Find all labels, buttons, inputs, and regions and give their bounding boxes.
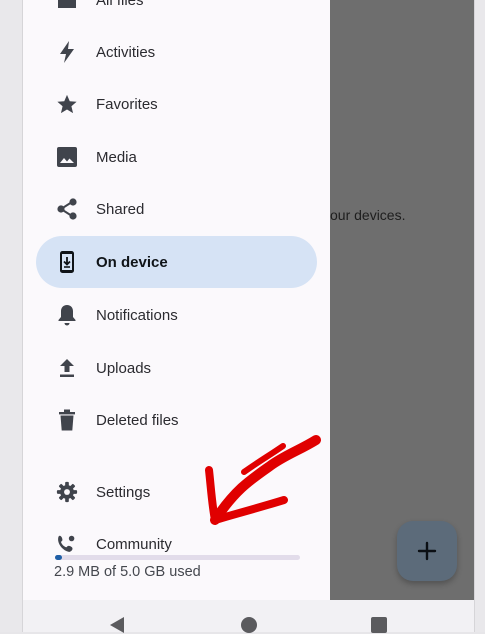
drawer-item-label: Settings [96, 483, 151, 501]
back-icon[interactable] [109, 616, 125, 634]
trash-icon [55, 408, 79, 432]
drawer-scrim[interactable] [330, 0, 474, 600]
drawer-item-uploads[interactable]: Uploads [36, 342, 317, 394]
drawer-item-media[interactable]: Media [36, 131, 317, 183]
drawer-item-all-files[interactable]: All files [36, 0, 317, 26]
gear-icon [55, 480, 79, 504]
drawer-item-label: Activities [96, 43, 156, 61]
drawer-item-label: Favorites [96, 95, 158, 113]
device-frame-right [474, 0, 485, 632]
drawer-item-label: Deleted files [96, 411, 179, 429]
drawer-item-favorites[interactable]: Favorites [36, 78, 317, 130]
phone-download-icon [55, 250, 79, 274]
drawer-item-label: Notifications [96, 306, 178, 324]
device-frame-left [0, 0, 23, 632]
recents-icon[interactable] [371, 617, 387, 633]
star-icon [55, 92, 79, 116]
drawer-item-label: Shared [96, 200, 145, 218]
home-icon[interactable] [241, 617, 257, 633]
upload-icon [55, 356, 79, 380]
drawer-item-label: Uploads [96, 359, 152, 377]
system-navigation-bar [23, 600, 474, 634]
lightning-icon [55, 40, 79, 64]
drawer-item-label: Media [96, 148, 137, 166]
community-icon [55, 532, 79, 556]
bell-icon [55, 303, 79, 327]
drawer-item-label: Community [96, 535, 172, 553]
folder-icon [55, 0, 79, 12]
image-icon [55, 145, 79, 169]
storage-quota-bar [55, 555, 300, 560]
drawer-item-settings[interactable]: Settings [36, 466, 317, 518]
drawer-item-community[interactable]: Community [36, 518, 317, 570]
share-icon [55, 197, 79, 221]
drawer-item-shared[interactable]: Shared [36, 183, 317, 235]
drawer-item-notifications[interactable]: Notifications [36, 289, 317, 341]
drawer-item-activities[interactable]: Activities [36, 26, 317, 78]
add-fab-button[interactable] [397, 521, 457, 581]
drawer-item-label: On device [96, 253, 168, 271]
navigation-drawer: All files Activities Favorites Media Sha… [23, 0, 330, 600]
drawer-item-deleted-files[interactable]: Deleted files [36, 394, 317, 446]
storage-quota-text: 2.9 MB of 5.0 GB used [54, 564, 201, 580]
drawer-item-label: All files [96, 0, 144, 9]
background-content-text: our devices. [330, 207, 406, 223]
storage-quota-fill [55, 555, 63, 560]
plus-icon [417, 541, 437, 561]
drawer-item-on-device[interactable]: On device [36, 236, 317, 288]
